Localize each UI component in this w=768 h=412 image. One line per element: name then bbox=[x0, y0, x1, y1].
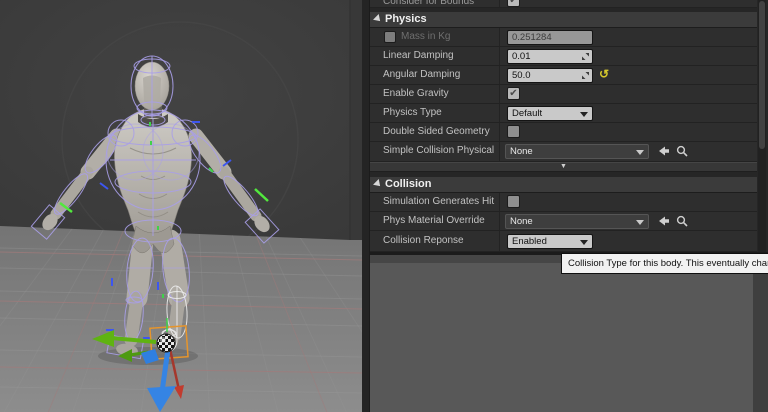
viewport-3d[interactable] bbox=[0, 0, 362, 412]
row-enable-gravity: Enable Gravity ✔ bbox=[370, 85, 757, 104]
tooltip: Collision Type for this body. This event… bbox=[561, 253, 768, 274]
double-sided-checkbox[interactable] bbox=[507, 125, 520, 138]
advanced-expander[interactable]: ▼ bbox=[370, 162, 757, 172]
collision-response-label: Collision Reponse bbox=[383, 235, 464, 246]
column-divider bbox=[499, 0, 500, 7]
chevron-down-icon bbox=[580, 240, 588, 245]
expand-arrow-icon bbox=[373, 14, 383, 24]
enable-gravity-checkbox[interactable]: ✔ bbox=[507, 87, 520, 100]
mass-value-field: 0.251284 bbox=[507, 30, 593, 45]
mass-override-checkbox[interactable] bbox=[384, 31, 396, 43]
physics-section-header[interactable]: Physics bbox=[370, 12, 757, 28]
expand-arrow-icon bbox=[373, 179, 383, 189]
enable-gravity-label: Enable Gravity bbox=[383, 88, 449, 99]
linear-damping-label: Linear Damping bbox=[383, 50, 454, 61]
panel-splitter[interactable] bbox=[362, 0, 370, 412]
chevron-down-icon bbox=[580, 112, 588, 117]
details-panel: Consider for Bounds ✔ Physics Mass in Kg… bbox=[370, 0, 768, 412]
physics-asset-editor: Consider for Bounds ✔ Physics Mass in Kg… bbox=[0, 0, 768, 412]
consider-for-bounds-label: Consider for Bounds bbox=[383, 0, 475, 7]
browse-asset-icon[interactable] bbox=[675, 214, 689, 231]
sim-hit-events-label: Simulation Generates Hit Eve bbox=[383, 196, 497, 207]
row-mass-in-kg: Mass in Kg 0.251284 bbox=[370, 28, 757, 47]
row-linear-damping: Linear Damping 0.01 bbox=[370, 47, 757, 66]
collision-section-header[interactable]: Collision bbox=[370, 177, 757, 193]
reset-to-default-icon[interactable]: ↺ bbox=[599, 67, 609, 81]
physics-type-dropdown[interactable]: Default bbox=[507, 106, 593, 121]
phys-material-asset-dropdown[interactable]: None bbox=[505, 214, 649, 229]
simple-collision-asset-dropdown[interactable]: None bbox=[505, 144, 649, 159]
use-selected-asset-icon[interactable] bbox=[657, 214, 671, 231]
browse-asset-icon[interactable] bbox=[675, 144, 689, 161]
sim-hit-events-checkbox[interactable] bbox=[507, 195, 520, 208]
row-phys-material-override: Phys Material Override None bbox=[370, 212, 757, 231]
empty-panel-edge bbox=[753, 263, 768, 412]
chevron-down-icon bbox=[636, 150, 644, 155]
scrollbar-thumb[interactable] bbox=[759, 1, 765, 149]
row-angular-damping: Angular Damping 50.0 ↺ bbox=[370, 66, 757, 85]
physics-section-title: Physics bbox=[385, 13, 427, 25]
collision-response-dropdown[interactable]: Enabled bbox=[507, 234, 593, 249]
empty-panel-area bbox=[370, 263, 753, 412]
linear-damping-input[interactable]: 0.01 bbox=[507, 49, 593, 64]
physics-type-label: Physics Type bbox=[383, 107, 442, 118]
viewport-canvas bbox=[0, 0, 362, 412]
simple-collision-label: Simple Collision Physical Ma bbox=[383, 145, 497, 156]
gizmo-origin-sphere[interactable] bbox=[156, 333, 176, 353]
row-simulation-generates-hit-events: Simulation Generates Hit Eve bbox=[370, 193, 757, 212]
row-consider-for-bounds: Consider for Bounds ✔ bbox=[370, 0, 757, 8]
angular-damping-label: Angular Damping bbox=[383, 69, 461, 80]
collision-section-title: Collision bbox=[385, 178, 432, 190]
row-physics-type: Physics Type Default bbox=[370, 104, 757, 123]
consider-for-bounds-checkbox[interactable]: ✔ bbox=[507, 0, 520, 7]
details-scrollbar[interactable] bbox=[758, 0, 766, 252]
value-drag-icon[interactable] bbox=[581, 71, 590, 84]
phys-material-label: Phys Material Override bbox=[383, 215, 485, 226]
chevron-down-icon bbox=[636, 220, 644, 225]
row-simple-collision-material: Simple Collision Physical Ma None bbox=[370, 142, 757, 162]
use-selected-asset-icon[interactable] bbox=[657, 144, 671, 161]
value-drag-icon[interactable] bbox=[581, 52, 590, 65]
angular-damping-input[interactable]: 50.0 bbox=[507, 68, 593, 83]
row-collision-response: Collision Reponse Enabled bbox=[370, 231, 757, 252]
row-double-sided-geometry: Double Sided Geometry bbox=[370, 123, 757, 142]
double-sided-label: Double Sided Geometry bbox=[383, 126, 490, 137]
mass-label: Mass in Kg bbox=[401, 31, 451, 42]
